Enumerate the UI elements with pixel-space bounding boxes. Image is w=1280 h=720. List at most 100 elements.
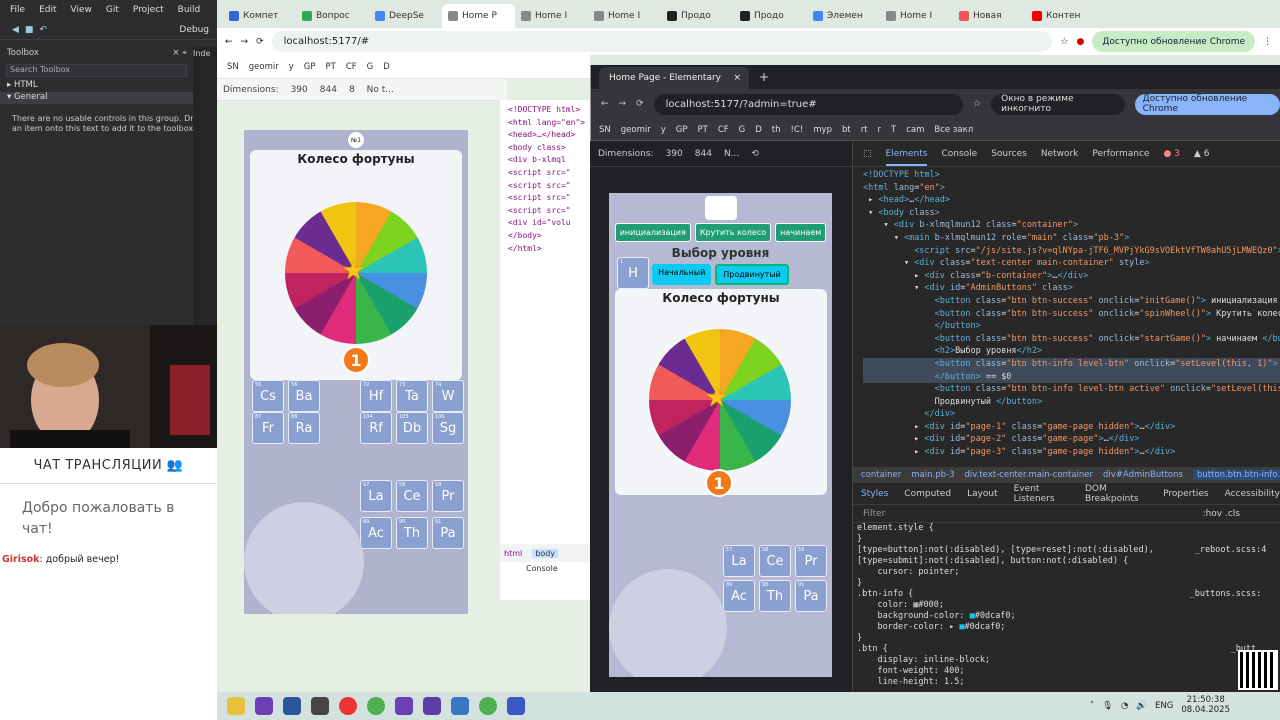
vs-menu-build[interactable]: Build — [178, 5, 201, 15]
dom-line[interactable]: <script src=" — [508, 180, 590, 193]
toolbox-group-html[interactable]: ▸ HTML — [0, 80, 217, 92]
level-advanced-button[interactable]: Продвинутый — [715, 264, 789, 285]
vs-menu-file[interactable]: File — [10, 5, 25, 15]
bookmark-12[interactable]: rt — [861, 125, 868, 135]
yandex-icon[interactable] — [339, 697, 357, 715]
bookmark-0[interactable]: SN — [227, 62, 239, 72]
tab-7[interactable]: Продо — [734, 4, 807, 28]
tab-11[interactable]: Контен — [1026, 4, 1099, 28]
chevron-up-icon[interactable]: ˄ — [1090, 701, 1094, 711]
bookmark-8[interactable]: th — [772, 125, 781, 135]
app-icon[interactable] — [451, 697, 469, 715]
dom-line[interactable]: <div b-xlmql — [508, 154, 590, 167]
extension-icon[interactable]: ● — [1076, 37, 1084, 47]
tab-3[interactable]: Home P — [442, 4, 515, 28]
tab-performance[interactable]: Performance — [1092, 149, 1149, 159]
undo-icon[interactable]: ↶ — [39, 25, 47, 35]
tab-2[interactable]: DeepSe — [369, 4, 442, 28]
crumb-html[interactable]: html — [504, 549, 522, 558]
close-icon[interactable]: × ⌖ — [172, 48, 187, 62]
styles-tab-2[interactable]: Layout — [967, 489, 998, 499]
clock[interactable]: 21:50:38 08.04.2025 — [1181, 695, 1230, 716]
tab-console[interactable]: Console — [941, 149, 977, 159]
warning-count[interactable]: ▲ 6 — [1194, 149, 1210, 159]
close-icon[interactable]: × — [733, 73, 741, 83]
bookmark-4[interactable]: PT — [697, 125, 707, 135]
back-icon[interactable]: ← — [601, 99, 609, 109]
bookmark-2[interactable]: y — [289, 62, 294, 72]
network-app-icon[interactable] — [507, 697, 525, 715]
bookmark-10[interactable]: myp — [813, 125, 832, 135]
dom-line[interactable]: <div id="volu — [508, 217, 590, 230]
mic-icon[interactable]: 🎙 — [1102, 701, 1113, 711]
dom-line[interactable]: <script src=" — [508, 192, 590, 205]
language-indicator[interactable]: ENG — [1155, 701, 1173, 711]
toolbox-group-general[interactable]: ▾ General — [0, 92, 217, 104]
init-button[interactable]: инициализация — [614, 223, 691, 242]
dom-line[interactable]: <script src=" — [508, 167, 590, 180]
toolbox-search-input[interactable]: Search Toolbox — [6, 64, 187, 77]
star-icon[interactable]: ☆ — [1060, 37, 1068, 47]
width-input[interactable]: 390 — [666, 149, 683, 159]
bookmark-9[interactable]: !C! — [791, 125, 804, 135]
styles-tab-6[interactable]: Accessibility — [1225, 489, 1280, 499]
tab-sources[interactable]: Sources — [991, 149, 1027, 159]
vs-menu-project[interactable]: Project — [133, 5, 164, 15]
notes-app-icon[interactable] — [227, 697, 245, 715]
chrome-icon[interactable] — [367, 697, 385, 715]
bookmark-14[interactable]: T — [891, 125, 896, 135]
menu-icon[interactable]: ⋮ — [1263, 37, 1280, 47]
chrome-update-button[interactable]: Доступно обновление Chrome — [1092, 31, 1255, 52]
width-input[interactable]: 390 — [291, 85, 308, 95]
obs-icon[interactable] — [423, 697, 441, 715]
styles-tab-5[interactable]: Properties — [1163, 489, 1208, 499]
tab-0[interactable]: Компет — [223, 4, 296, 28]
crumb-3[interactable]: div#AdminButtons — [1103, 470, 1183, 480]
zoom-select[interactable]: 8 — [349, 85, 355, 95]
throttle-select[interactable]: No t... — [367, 85, 394, 95]
save-icon[interactable]: ■ — [25, 25, 34, 35]
vs-menu-view[interactable]: View — [71, 5, 92, 15]
throttle-select[interactable]: N... — [724, 149, 739, 159]
tab-6[interactable]: Продо — [661, 4, 734, 28]
tab-network[interactable]: Network — [1041, 149, 1079, 159]
inspect-icon[interactable]: ⬚ — [863, 149, 872, 159]
tab-home-page[interactable]: Home Page - Elementary × — [599, 67, 749, 89]
spin-wheel-button[interactable]: Крутить колесо — [694, 223, 772, 242]
dimensions-select[interactable]: Dimensions: — [223, 85, 279, 95]
console-tab-small[interactable]: Console — [526, 564, 558, 573]
level-basic-button[interactable]: Начальный — [652, 264, 712, 285]
bookmark-2[interactable]: y — [661, 125, 666, 135]
users-icon[interactable]: 👥 — [167, 458, 184, 473]
dom-line[interactable]: <!DOCTYPE html> — [508, 104, 590, 117]
chrome-2-icon[interactable] — [479, 697, 497, 715]
tab-4[interactable]: Home I — [515, 4, 588, 28]
bookmark-7[interactable]: D — [383, 62, 390, 72]
volume-icon[interactable]: 🔊 — [1136, 701, 1147, 711]
tab-8[interactable]: Элемен — [807, 4, 880, 28]
forward-icon[interactable]: → — [619, 99, 627, 109]
vs-menu-edit[interactable]: Edit — [39, 5, 56, 15]
dom-line[interactable]: <html lang="en"> — [508, 117, 590, 130]
tab-10[interactable]: Новая — [953, 4, 1026, 28]
dom-line[interactable]: </html> — [508, 243, 590, 256]
reload-icon[interactable]: ⟳ — [256, 37, 264, 47]
bookmark-5[interactable]: CF — [346, 62, 357, 72]
debug-config[interactable]: Debug — [179, 25, 209, 35]
crumb-4[interactable]: button.btn.btn-info.level-btn — [1192, 470, 1280, 480]
bookmark-7[interactable]: D — [755, 125, 762, 135]
chrome-update-button[interactable]: Доступно обновление Chrome — [1134, 93, 1280, 115]
dimensions-select[interactable]: Dimensions: — [598, 149, 654, 159]
url-input[interactable]: localhost:5177/# — [271, 31, 1053, 52]
vs-menu-git[interactable]: Git — [106, 5, 119, 15]
back-icon[interactable]: ← — [225, 37, 233, 47]
dom-line[interactable]: <head>…</head> — [508, 129, 590, 142]
bookmark-3[interactable]: GP — [676, 125, 688, 135]
tab-5[interactable]: Home I — [588, 4, 661, 28]
styles-tab-4[interactable]: DOM Breakpoints — [1085, 484, 1147, 504]
tab-elements[interactable]: Elements — [885, 149, 928, 166]
visual-studio-2-icon[interactable] — [395, 697, 413, 715]
new-tab-icon[interactable]: + — [759, 70, 769, 84]
styles-filter-input[interactable]: Filter:hov .cls — [853, 505, 1280, 523]
rotate-icon[interactable]: ⟲ — [751, 149, 759, 159]
